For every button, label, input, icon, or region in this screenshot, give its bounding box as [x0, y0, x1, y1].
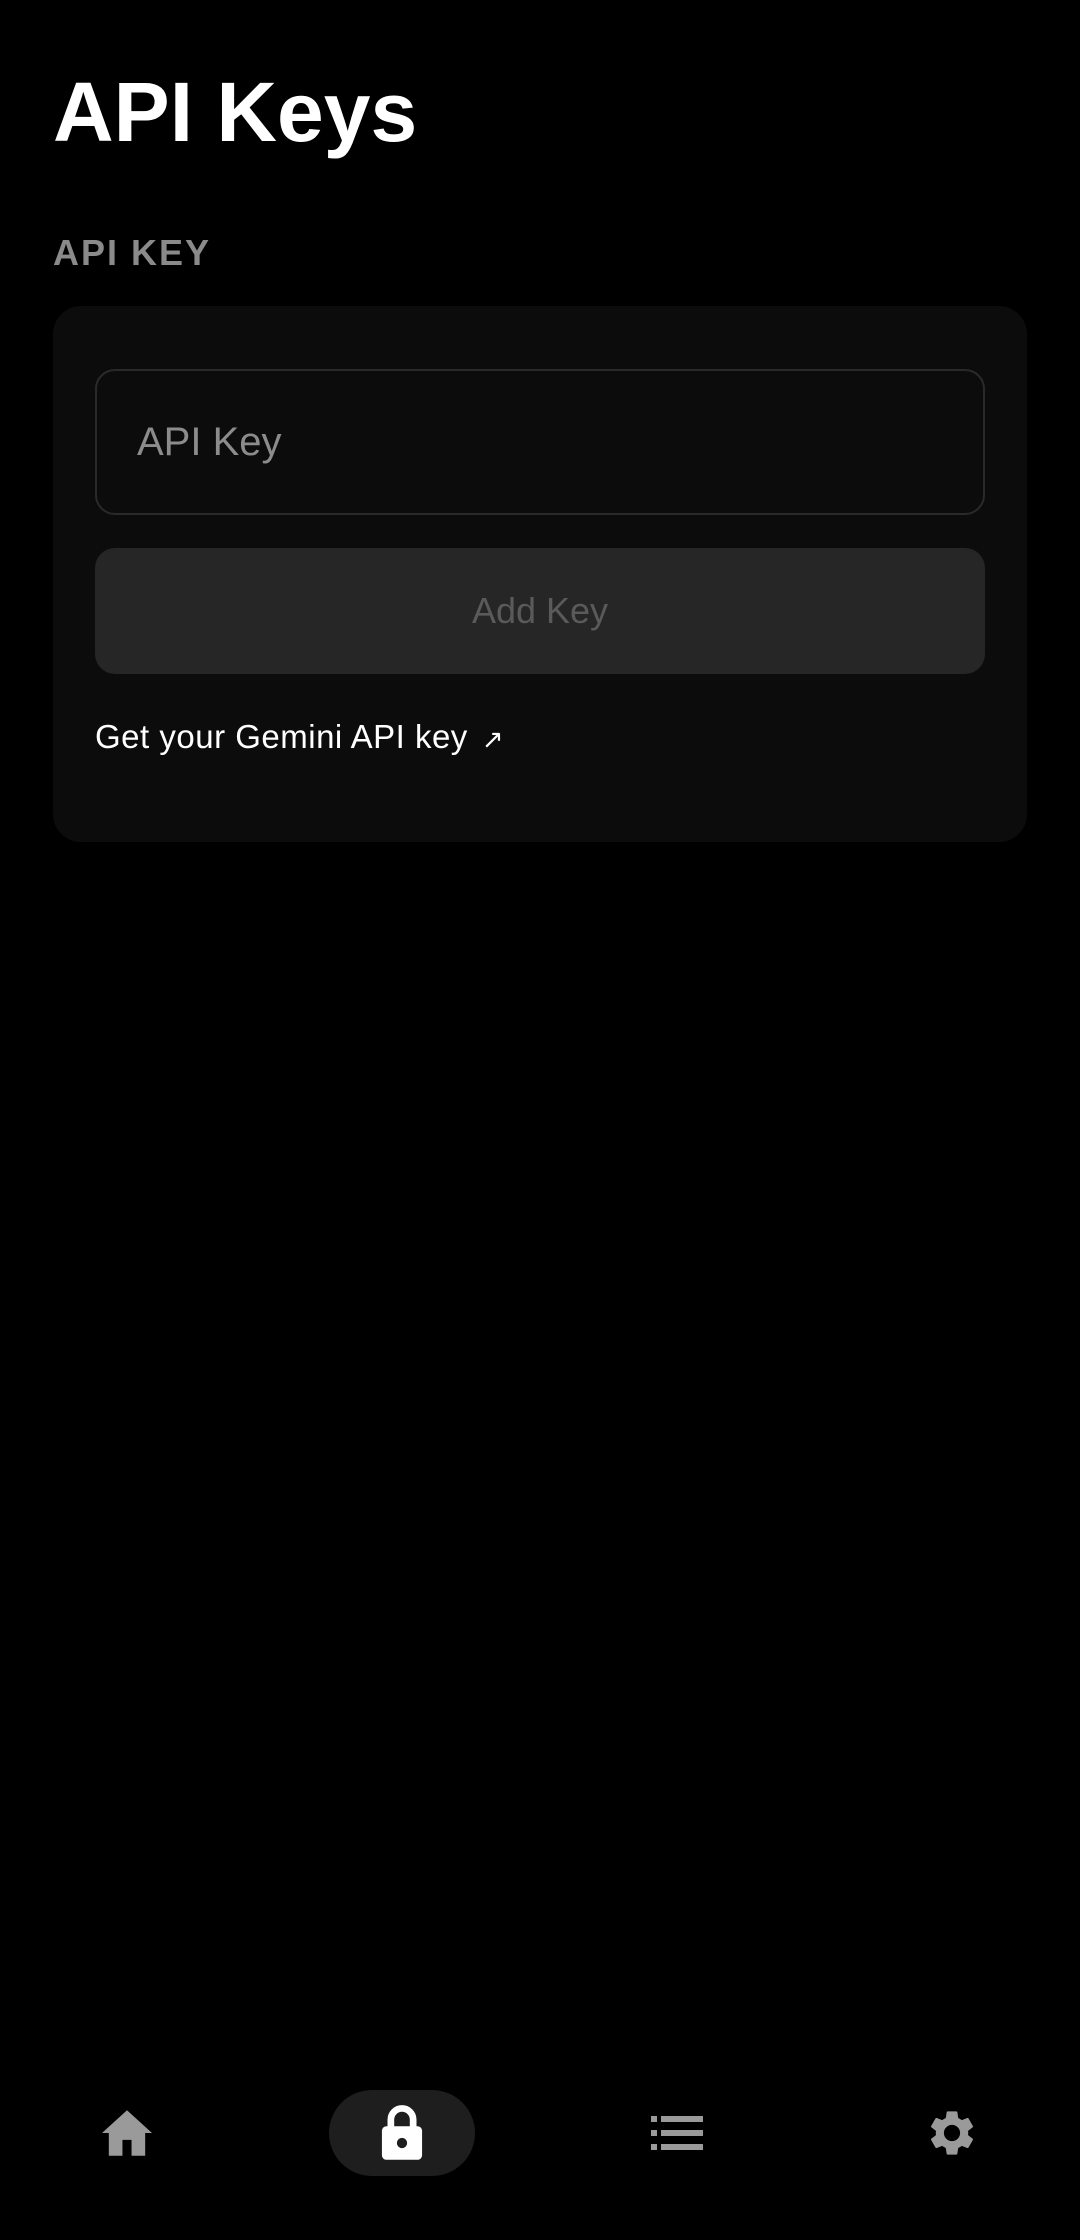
- add-key-button[interactable]: Add Key: [95, 548, 985, 674]
- nav-list[interactable]: [627, 2090, 727, 2176]
- external-link-icon: ↗: [481, 723, 505, 754]
- gear-icon: [930, 2111, 974, 2155]
- get-gemini-api-key-link[interactable]: Get your Gemini API key ↗: [95, 718, 504, 756]
- nav-settings[interactable]: [902, 2090, 1002, 2176]
- page-title: API Keys: [53, 65, 418, 159]
- home-icon: [102, 2110, 152, 2156]
- section-label: API KEY: [53, 232, 212, 273]
- list-icon: [651, 2116, 703, 2150]
- lock-icon: [381, 2105, 423, 2160]
- nav-api-keys[interactable]: [329, 2090, 475, 2176]
- bottom-navigation: [0, 2060, 1080, 2200]
- nav-home[interactable]: [77, 2090, 177, 2176]
- api-key-input[interactable]: [95, 369, 985, 515]
- link-label: Get your Gemini API key: [95, 718, 468, 755]
- api-key-card: Add Key Get your Gemini API key ↗: [53, 306, 1027, 842]
